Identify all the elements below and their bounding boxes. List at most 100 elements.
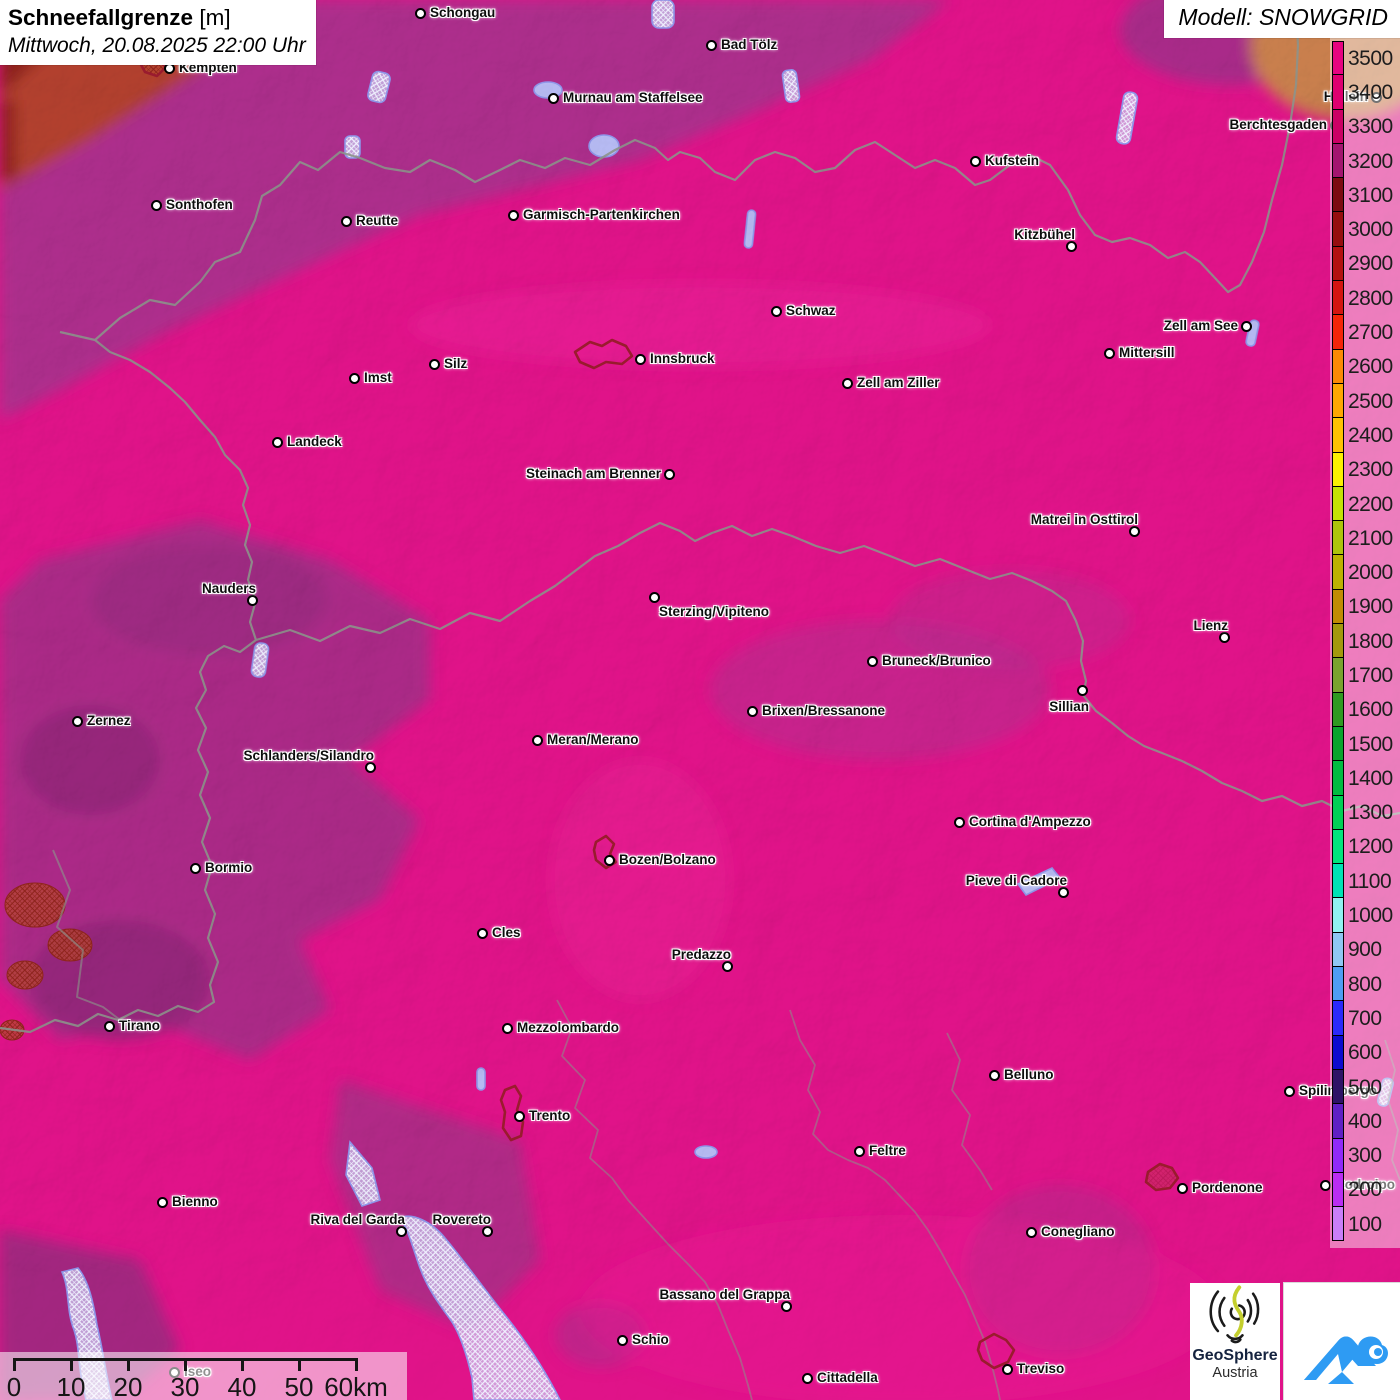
legend-value: 1500 <box>1348 732 1393 756</box>
legend-swatch <box>1332 932 1344 968</box>
city-dot <box>854 1146 865 1157</box>
legend-swatch <box>1332 212 1344 247</box>
geosphere-logo-text: GeoSphere <box>1192 1347 1278 1364</box>
legend-value: 2600 <box>1348 355 1393 379</box>
city-label: Lienz <box>1193 618 1228 633</box>
legend-row: 1200 <box>1332 829 1393 865</box>
geosphere-austria-logo: GeoSphere Austria <box>1190 1283 1280 1400</box>
city-dot <box>548 93 559 104</box>
city-dot <box>477 928 488 939</box>
city-dot <box>365 762 376 773</box>
legend-swatch <box>1332 1069 1344 1105</box>
legend-value: 2800 <box>1348 286 1393 310</box>
city-dot <box>482 1226 493 1237</box>
weather-map-stage: Schongau Bad Tölz Kempten Murnau am Staffel… <box>0 0 1400 1400</box>
city-label: Schio <box>632 1332 669 1347</box>
city-label: Bad Tölz <box>721 37 778 52</box>
legend-row: 2500 <box>1332 383 1393 419</box>
legend-value: 800 <box>1348 972 1382 996</box>
city-label: Meran/Merano <box>547 732 639 747</box>
legend-row: 2000 <box>1332 555 1393 590</box>
legend-value: 1300 <box>1348 801 1393 825</box>
legend-swatch <box>1332 967 1344 1002</box>
city-label: Bormio <box>205 860 253 875</box>
legend-row: 1700 <box>1332 658 1393 693</box>
legend-value: 2900 <box>1348 252 1393 276</box>
city-dot <box>1284 1086 1295 1097</box>
city-dot <box>415 8 426 19</box>
legend-swatch <box>1332 898 1344 933</box>
legend-row: 3200 <box>1332 143 1393 179</box>
city-label: Landeck <box>287 434 342 449</box>
legend-value: 2200 <box>1348 492 1393 516</box>
city-dot <box>532 735 543 746</box>
city-dot <box>1219 632 1230 643</box>
city-label: Treviso <box>1017 1361 1065 1376</box>
city-dot <box>802 1373 813 1384</box>
scalebar-label: 0 <box>6 1372 22 1400</box>
legend-swatch <box>1332 761 1344 796</box>
legend-value: 100 <box>1348 1212 1382 1236</box>
legend-row: 1300 <box>1332 795 1393 830</box>
city-dot <box>664 469 675 480</box>
city-label: Schlanders/Silandro <box>243 748 374 763</box>
city-label: Murnau am Staffelsee <box>563 90 703 105</box>
legend-value: 1100 <box>1348 869 1392 893</box>
city-dot <box>1058 887 1069 898</box>
legend-swatch <box>1332 555 1344 590</box>
legend-swatch <box>1332 1138 1344 1173</box>
city-label: Zernez <box>87 713 131 728</box>
legend-row: 100 <box>1332 1207 1393 1242</box>
city-label: Mittersill <box>1119 345 1175 360</box>
legend-value: 3300 <box>1348 115 1393 139</box>
legend-swatch <box>1332 315 1344 350</box>
city-label: Brixen/Bressanone <box>762 703 886 718</box>
legend-value: 200 <box>1348 1178 1382 1202</box>
legend-value: 1400 <box>1348 766 1393 790</box>
legend-swatch <box>1332 178 1344 213</box>
city-label: Steinach am Brenner <box>525 466 661 481</box>
city-dot <box>1077 685 1088 696</box>
city-dot <box>604 855 615 866</box>
legend-value: 1700 <box>1348 663 1393 687</box>
city-dot <box>635 354 646 365</box>
city-label: Reutte <box>356 213 399 228</box>
city-dot <box>151 200 162 211</box>
scalebar-label: 40 <box>227 1372 257 1400</box>
map-title-box: Schneefallgrenze [m] Mittwoch, 20.08.202… <box>0 0 316 65</box>
legend-row: 2700 <box>1332 315 1393 350</box>
city-dot <box>722 961 733 972</box>
legend-value: 400 <box>1348 1109 1382 1133</box>
legend-swatch <box>1332 452 1344 487</box>
scalebar-label: 10 <box>56 1372 86 1400</box>
city-label: Sterzing/Vipiteno <box>659 604 770 619</box>
geosphere-logo-subtext: Austria <box>1212 1364 1258 1381</box>
city-label: Tirano <box>119 1018 161 1033</box>
city-dot <box>771 306 782 317</box>
legend-row: 1400 <box>1332 761 1393 796</box>
legend-value: 2100 <box>1348 526 1393 550</box>
city-dot <box>72 716 83 727</box>
legend-swatch <box>1332 418 1344 453</box>
legend-value: 700 <box>1348 1006 1382 1030</box>
city-marker-layer: Schongau Bad Tölz Kempten Murnau am Staffel… <box>0 0 1400 1400</box>
legend-swatch <box>1332 1104 1344 1139</box>
scalebar-tick <box>354 1358 358 1371</box>
scalebar-tick <box>69 1358 73 1371</box>
city-dot <box>157 1197 168 1208</box>
legend-row: 700 <box>1332 1001 1393 1036</box>
scalebar-label: 60km <box>324 1372 388 1400</box>
legend-swatch <box>1332 281 1344 316</box>
scalebar-label: 30 <box>170 1372 200 1400</box>
legend-value: 1600 <box>1348 698 1393 722</box>
legend-swatch <box>1332 658 1344 693</box>
legend-value: 600 <box>1348 1041 1382 1065</box>
scalebar-tick <box>297 1358 301 1371</box>
legend-value: 2500 <box>1348 389 1393 413</box>
legend-row: 3400 <box>1332 75 1393 110</box>
city-dot <box>867 656 878 667</box>
legend-row: 300 <box>1332 1138 1393 1173</box>
city-label: Riva del Garda <box>310 1212 405 1227</box>
legend-swatch <box>1332 829 1344 865</box>
city-dot <box>1026 1227 1037 1238</box>
